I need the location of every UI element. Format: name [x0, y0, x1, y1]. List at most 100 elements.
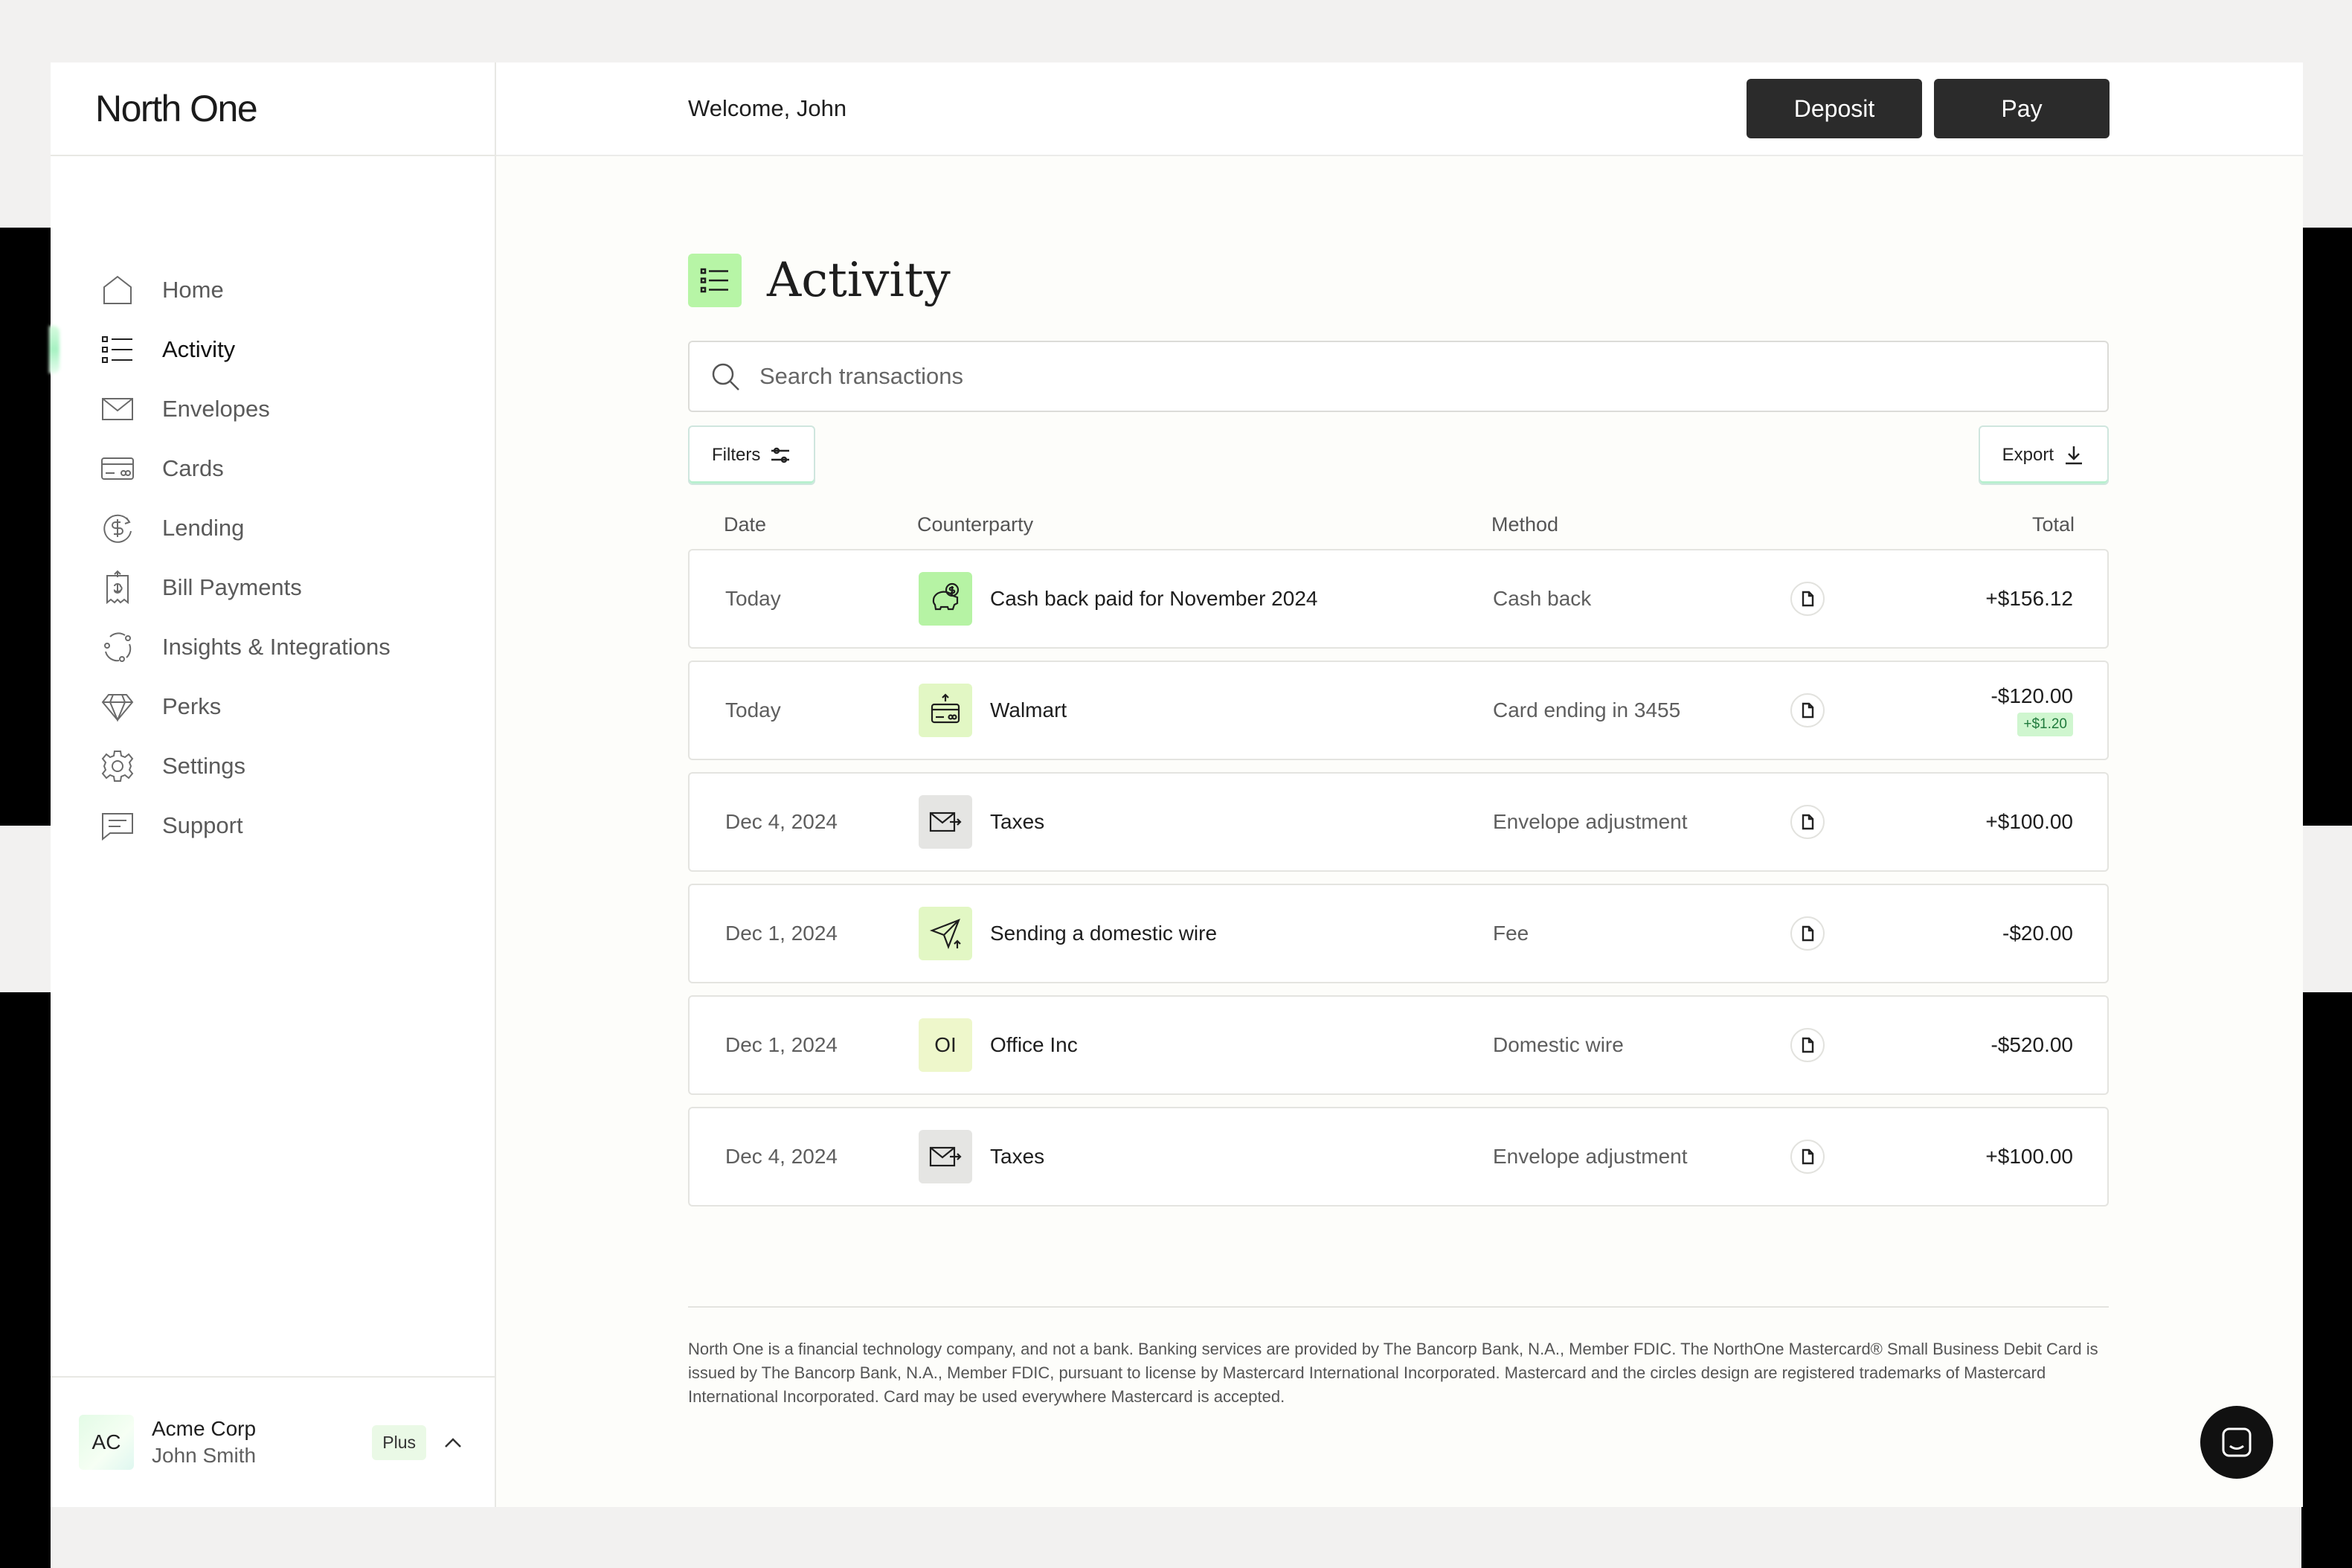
integrations-icon — [98, 628, 137, 666]
table-row[interactable]: Dec 4, 2024 Taxes Envelope adjustment +$… — [688, 1107, 2109, 1206]
row-date: Dec 4, 2024 — [725, 810, 838, 833]
row-method: Fee — [1493, 922, 1529, 945]
row-total: +$100.00 — [1985, 1145, 2073, 1168]
plan-badge: Plus — [372, 1424, 426, 1460]
cashback-badge: +$1.20 — [2017, 713, 2073, 736]
left-edge-bar-lower — [0, 992, 51, 1568]
search-bar[interactable] — [688, 341, 2109, 412]
column-header-counterparty[interactable]: Counterparty — [917, 513, 1491, 536]
avatar: AC — [79, 1415, 134, 1470]
document-icon[interactable] — [1790, 916, 1825, 951]
row-counterparty: Taxes — [919, 795, 1493, 849]
pay-button[interactable]: Pay — [1934, 79, 2110, 138]
gear-icon — [98, 747, 137, 785]
sidebar-item-label: Insights & Integrations — [162, 634, 391, 660]
page-title: Activity — [767, 253, 951, 308]
send-icon — [919, 907, 972, 960]
bill-icon — [98, 568, 137, 607]
sliders-icon — [771, 447, 790, 463]
sidebar-item-perks[interactable]: Perks — [51, 677, 495, 736]
table-row[interactable]: Today Walmart Card ending in 3455 -$120.… — [688, 661, 2109, 760]
sidebar-item-activity[interactable]: Activity — [51, 320, 495, 379]
document-icon[interactable] — [1790, 1140, 1825, 1174]
row-counterparty: Taxes — [919, 1130, 1493, 1183]
sidebar: North One Home Activity Envelopes Cards … — [51, 62, 496, 1507]
sidebar-item-label: Bill Payments — [162, 574, 302, 600]
top-actions: Deposit Pay — [1747, 79, 2110, 138]
row-method: Envelope adjustment — [1493, 1145, 1688, 1168]
home-icon — [98, 271, 137, 309]
chat-launcher-button[interactable] — [2200, 1406, 2273, 1479]
chat-bubble-icon — [2222, 1427, 2252, 1457]
document-icon[interactable] — [1790, 582, 1825, 616]
welcome-message: Welcome, John — [688, 95, 847, 121]
row-counterparty: Cash back paid for November 2024 — [919, 572, 1493, 626]
sidebar-item-settings[interactable]: Settings — [51, 736, 495, 796]
sidebar-item-cards[interactable]: Cards — [51, 439, 495, 498]
dollar-cycle-icon — [98, 509, 137, 547]
envelope-icon — [98, 390, 137, 428]
table-row[interactable]: Dec 4, 2024 Taxes Envelope adjustment +$… — [688, 772, 2109, 872]
column-header-method[interactable]: Method — [1491, 513, 1789, 536]
card-icon — [98, 449, 137, 488]
sidebar-item-support[interactable]: Support — [51, 796, 495, 855]
row-method: Domestic wire — [1493, 1033, 1624, 1056]
sidebar-item-label: Perks — [162, 693, 222, 719]
row-date: Dec 1, 2024 — [725, 922, 838, 945]
main-panel: Welcome, John Deposit Pay Activity Filte… — [496, 62, 2303, 1507]
list-icon — [98, 330, 137, 369]
search-input[interactable] — [759, 363, 2024, 390]
export-label: Export — [2002, 445, 2054, 465]
table-row[interactable]: Dec 1, 2024 OI Office Inc Domestic wire … — [688, 995, 2109, 1095]
row-counterparty: Walmart — [919, 684, 1493, 737]
row-date: Today — [725, 587, 781, 610]
top-bar: Welcome, John Deposit Pay — [496, 62, 2303, 156]
row-total: +$156.12 — [1985, 587, 2073, 610]
brand-logo[interactable]: North One — [51, 62, 495, 156]
row-date: Dec 4, 2024 — [725, 1145, 838, 1168]
column-header-total[interactable]: Total — [1862, 513, 2109, 536]
download-icon — [2066, 446, 2082, 465]
column-header-date[interactable]: Date — [688, 513, 917, 536]
counterparty-name: Walmart — [990, 698, 1067, 722]
list-icon — [688, 254, 742, 307]
sidebar-item-lending[interactable]: Lending — [51, 498, 495, 558]
sidebar-item-home[interactable]: Home — [51, 260, 495, 320]
card-payment-icon — [919, 684, 972, 737]
table-row[interactable]: Dec 1, 2024 Sending a domestic wire Fee … — [688, 884, 2109, 983]
row-date: Today — [725, 698, 781, 722]
row-total: -$20.00 — [2002, 922, 2073, 945]
sidebar-item-envelopes[interactable]: Envelopes — [51, 379, 495, 439]
sidebar-item-bill-payments[interactable]: Bill Payments — [51, 558, 495, 617]
filters-button[interactable]: Filters — [688, 425, 816, 485]
counterparty-name: Sending a domestic wire — [990, 922, 1218, 945]
table-row[interactable]: Today Cash back paid for November 2024 C… — [688, 549, 2109, 649]
document-icon[interactable] — [1790, 693, 1825, 727]
account-switcher[interactable]: AC Acme Corp John Smith Plus — [51, 1376, 495, 1507]
envelope-transfer-icon — [919, 1130, 972, 1183]
sidebar-item-label: Cards — [162, 455, 224, 481]
app-window: North One Home Activity Envelopes Cards … — [51, 62, 2303, 1507]
sidebar-item-label: Home — [162, 277, 224, 303]
row-method: Card ending in 3455 — [1493, 698, 1681, 722]
document-icon[interactable] — [1790, 805, 1825, 839]
counterparty-name: Office Inc — [990, 1033, 1078, 1056]
diamond-icon — [98, 687, 137, 726]
activity-content: Activity Filters Export Date Counterpart… — [688, 156, 2109, 1409]
sidebar-item-insights[interactable]: Insights & Integrations — [51, 617, 495, 677]
chevron-up-icon[interactable] — [440, 1429, 466, 1456]
deposit-button[interactable]: Deposit — [1747, 79, 1922, 138]
account-info: Acme Corp John Smith — [152, 1416, 256, 1469]
row-date: Dec 1, 2024 — [725, 1033, 838, 1056]
document-icon[interactable] — [1790, 1028, 1825, 1062]
counterparty-name: Cash back paid for November 2024 — [990, 587, 1318, 610]
export-button[interactable]: Export — [1978, 425, 2109, 485]
legal-disclaimer: North One is a financial technology comp… — [688, 1306, 2109, 1409]
search-icon — [712, 363, 739, 391]
sidebar-item-label: Settings — [162, 753, 246, 779]
row-method: Cash back — [1493, 587, 1592, 610]
row-total: -$520.00 — [1990, 1033, 2073, 1056]
right-edge-bar-lower — [2301, 992, 2352, 1568]
counterparty-name: Taxes — [990, 1145, 1045, 1168]
page-header: Activity — [688, 253, 2109, 308]
